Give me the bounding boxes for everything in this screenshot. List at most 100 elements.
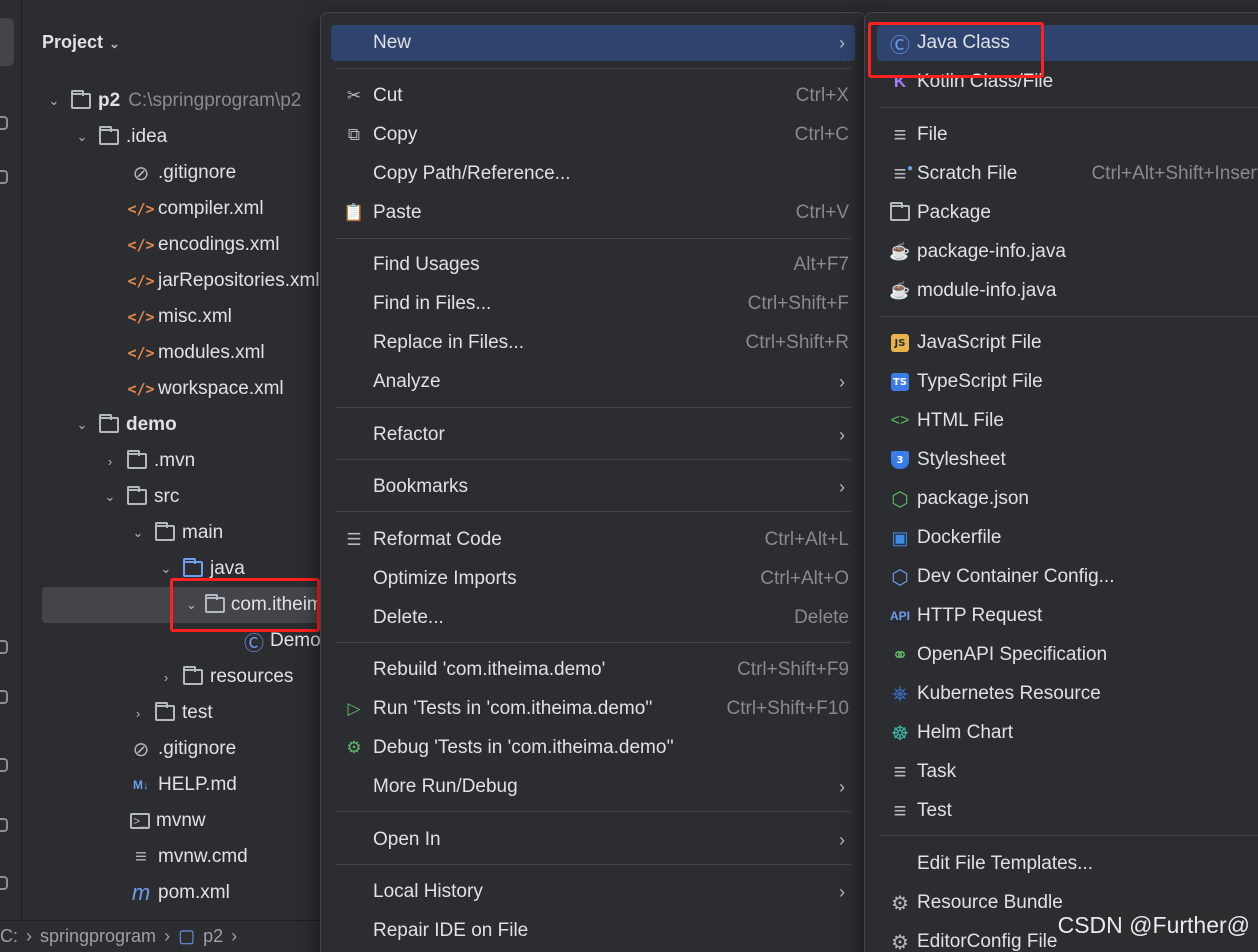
tree-node-pom-xml[interactable]: m pom.xml (22, 875, 322, 911)
menu-item-optimize-imports[interactable]: Optimize Imports Ctrl+Alt+O (331, 561, 855, 597)
tree-node-modules-xml[interactable]: </> modules.xml (22, 335, 322, 371)
tree-node-compiler-xml[interactable]: </> compiler.xml (22, 191, 322, 227)
expand-arrow-icon[interactable]: ⌄ (74, 129, 90, 145)
menu-item-find-usages[interactable]: Find Usages Alt+F7 (331, 247, 855, 283)
menu-shortcut: Ctrl+X (795, 85, 849, 106)
menu-item-stylesheet[interactable]: 3 Stylesheet (877, 442, 1258, 478)
menu-item-task[interactable]: ≡ Task (877, 754, 1258, 790)
menu-label: Optimize Imports (373, 568, 517, 589)
menu-item-run-tests[interactable]: ▷ Run 'Tests in 'com.itheima.demo'' Ctrl… (331, 691, 855, 727)
collapse-arrow-icon[interactable]: › (130, 706, 146, 721)
tree-label: demo (126, 414, 177, 435)
menu-item-open-in[interactable]: Open In › (331, 822, 855, 858)
menu-item-replace-in-files[interactable]: Replace in Files... Ctrl+Shift+R (331, 325, 855, 361)
tree-node-demo-gitignore[interactable]: ⊘ .gitignore (22, 731, 322, 767)
project-view-selector[interactable]: Project ⌄ (42, 32, 120, 53)
menu-item-package-info[interactable]: ☕ package-info.java (877, 234, 1258, 270)
menu-separator (879, 316, 1258, 317)
menu-item-package[interactable]: Package (877, 195, 1258, 231)
tree-node-mvnw[interactable]: >_ mvnw (22, 803, 322, 839)
tree-node-src[interactable]: ⌄ src (22, 479, 322, 515)
xml-file-icon: </> (127, 272, 155, 290)
xml-file-icon: </> (127, 236, 155, 254)
tree-label: encodings.xml (158, 234, 280, 255)
menu-item-typescript-file[interactable]: TS TypeScript File (877, 364, 1258, 400)
menu-item-openapi[interactable]: ⚭ OpenAPI Specification (877, 637, 1258, 673)
collapse-arrow-icon[interactable]: › (158, 670, 174, 685)
project-tool-button[interactable] (0, 18, 14, 66)
breadcrumb-item[interactable]: p2 (203, 926, 223, 947)
tree-node-jarrepositories-xml[interactable]: </> jarRepositories.xml (22, 263, 322, 299)
menu-item-javascript-file[interactable]: JS JavaScript File (877, 325, 1258, 361)
menu-item-cut[interactable]: ✂ Cut Ctrl+X (331, 78, 855, 114)
tree-node-gitignore[interactable]: ⊘ .gitignore (22, 155, 322, 191)
menu-separator (335, 68, 851, 69)
breadcrumb-item[interactable]: C: (0, 926, 18, 947)
terminal-icon[interactable] (0, 758, 8, 772)
menu-item-find-in-files[interactable]: Find in Files... Ctrl+Shift+F (331, 286, 855, 322)
menu-item-helm-chart[interactable]: ☸ Helm Chart (877, 715, 1258, 751)
breadcrumb-item[interactable]: springprogram (40, 926, 156, 947)
expand-arrow-icon[interactable]: ⌄ (74, 417, 90, 433)
menu-item-dockerfile[interactable]: ▣ Dockerfile (877, 520, 1258, 556)
chevron-right-icon: › (839, 32, 845, 53)
expand-arrow-icon[interactable]: ⌄ (130, 525, 146, 541)
collapse-arrow-icon[interactable]: › (102, 454, 118, 469)
menu-item-more-run-debug[interactable]: More Run/Debug › (331, 769, 855, 805)
menu-item-copy[interactable]: ⧉ Copy Ctrl+C (331, 117, 855, 153)
tree-node-mvnw-cmd[interactable]: ≡ mvnw.cmd (22, 839, 322, 875)
tree-node-misc-xml[interactable]: </> misc.xml (22, 299, 322, 335)
tree-node-help-md[interactable]: M↓ HELP.md (22, 767, 322, 803)
menu-item-paste[interactable]: 📋 Paste Ctrl+V (331, 195, 855, 231)
menu-item-dev-container[interactable]: ⬡ Dev Container Config... (877, 559, 1258, 595)
menu-item-bookmarks[interactable]: Bookmarks › (331, 469, 855, 505)
expand-arrow-icon[interactable]: ⌄ (158, 561, 174, 577)
tree-node-main[interactable]: ⌄ main (22, 515, 322, 551)
menu-item-module-info[interactable]: ☕ module-info.java (877, 273, 1258, 309)
menu-item-html-file[interactable]: <> HTML File (877, 403, 1258, 439)
menu-separator (335, 864, 851, 865)
menu-item-repair-ide[interactable]: Repair IDE on File (331, 913, 855, 949)
menu-shortcut: Ctrl+C (794, 124, 849, 145)
git-icon[interactable] (0, 876, 8, 890)
chevron-right-icon: › (839, 424, 845, 445)
structure-icon[interactable] (0, 170, 8, 184)
menu-item-rebuild[interactable]: Rebuild 'com.itheima.demo' Ctrl+Shift+F9 (331, 652, 855, 688)
menu-item-delete[interactable]: Delete... Delete (331, 600, 855, 636)
menu-item-edit-file-templates[interactable]: Edit File Templates... (877, 846, 1258, 882)
menu-item-reformat-code[interactable]: ☰ Reformat Code Ctrl+Alt+L (331, 522, 855, 558)
menu-item-kubernetes[interactable]: ⎈ Kubernetes Resource (877, 676, 1258, 712)
menu-item-refactor[interactable]: Refactor › (331, 417, 855, 453)
commit-icon[interactable] (0, 116, 8, 130)
menu-item-file[interactable]: ≡ File (877, 117, 1258, 153)
build-icon[interactable] (0, 690, 8, 704)
menu-item-local-history[interactable]: Local History › (331, 874, 855, 910)
menu-item-debug-tests[interactable]: ⚙ Debug 'Tests in 'com.itheima.demo'' (331, 730, 855, 766)
menu-item-test[interactable]: ≡ Test (877, 793, 1258, 829)
chevron-right-icon: › (164, 926, 171, 946)
menu-item-new[interactable]: New › (331, 25, 855, 61)
menu-label: Edit File Templates... (917, 853, 1094, 874)
watermark: CSDN @Further@ (1055, 912, 1252, 939)
menu-item-analyze[interactable]: Analyze › (331, 364, 855, 400)
tree-node-mvn[interactable]: › .mvn (22, 443, 322, 479)
tree-node-idea[interactable]: ⌄ .idea (22, 119, 322, 155)
tree-node-workspace-xml[interactable]: </> workspace.xml (22, 371, 322, 407)
tree-node-demo[interactable]: ⌄ demo (22, 407, 322, 443)
tree-node-resources[interactable]: › resources (22, 659, 322, 695)
menu-item-scratch-file[interactable]: ≡ ● Scratch File Ctrl+Alt+Shift+Insert (877, 156, 1258, 192)
menu-label: Paste (373, 202, 422, 223)
menu-item-package-json[interactable]: ⬡ package.json (877, 481, 1258, 517)
tree-node-encodings-xml[interactable]: </> encodings.xml (22, 227, 322, 263)
menu-item-http-request[interactable]: API HTTP Request (877, 598, 1258, 634)
problems-icon[interactable] (0, 818, 8, 832)
tree-label: HELP.md (158, 774, 237, 795)
services-icon[interactable] (0, 640, 8, 654)
folder-icon (154, 702, 176, 723)
tree-node-p2[interactable]: ⌄ p2 C:\springprogram\p2 (22, 83, 322, 119)
menu-item-copy-path[interactable]: Copy Path/Reference... (331, 156, 855, 192)
tree-node-test[interactable]: › test (22, 695, 322, 731)
expand-arrow-icon[interactable]: ⌄ (102, 489, 118, 505)
expand-arrow-icon[interactable]: ⌄ (46, 93, 62, 109)
tree-label: workspace.xml (158, 378, 284, 399)
